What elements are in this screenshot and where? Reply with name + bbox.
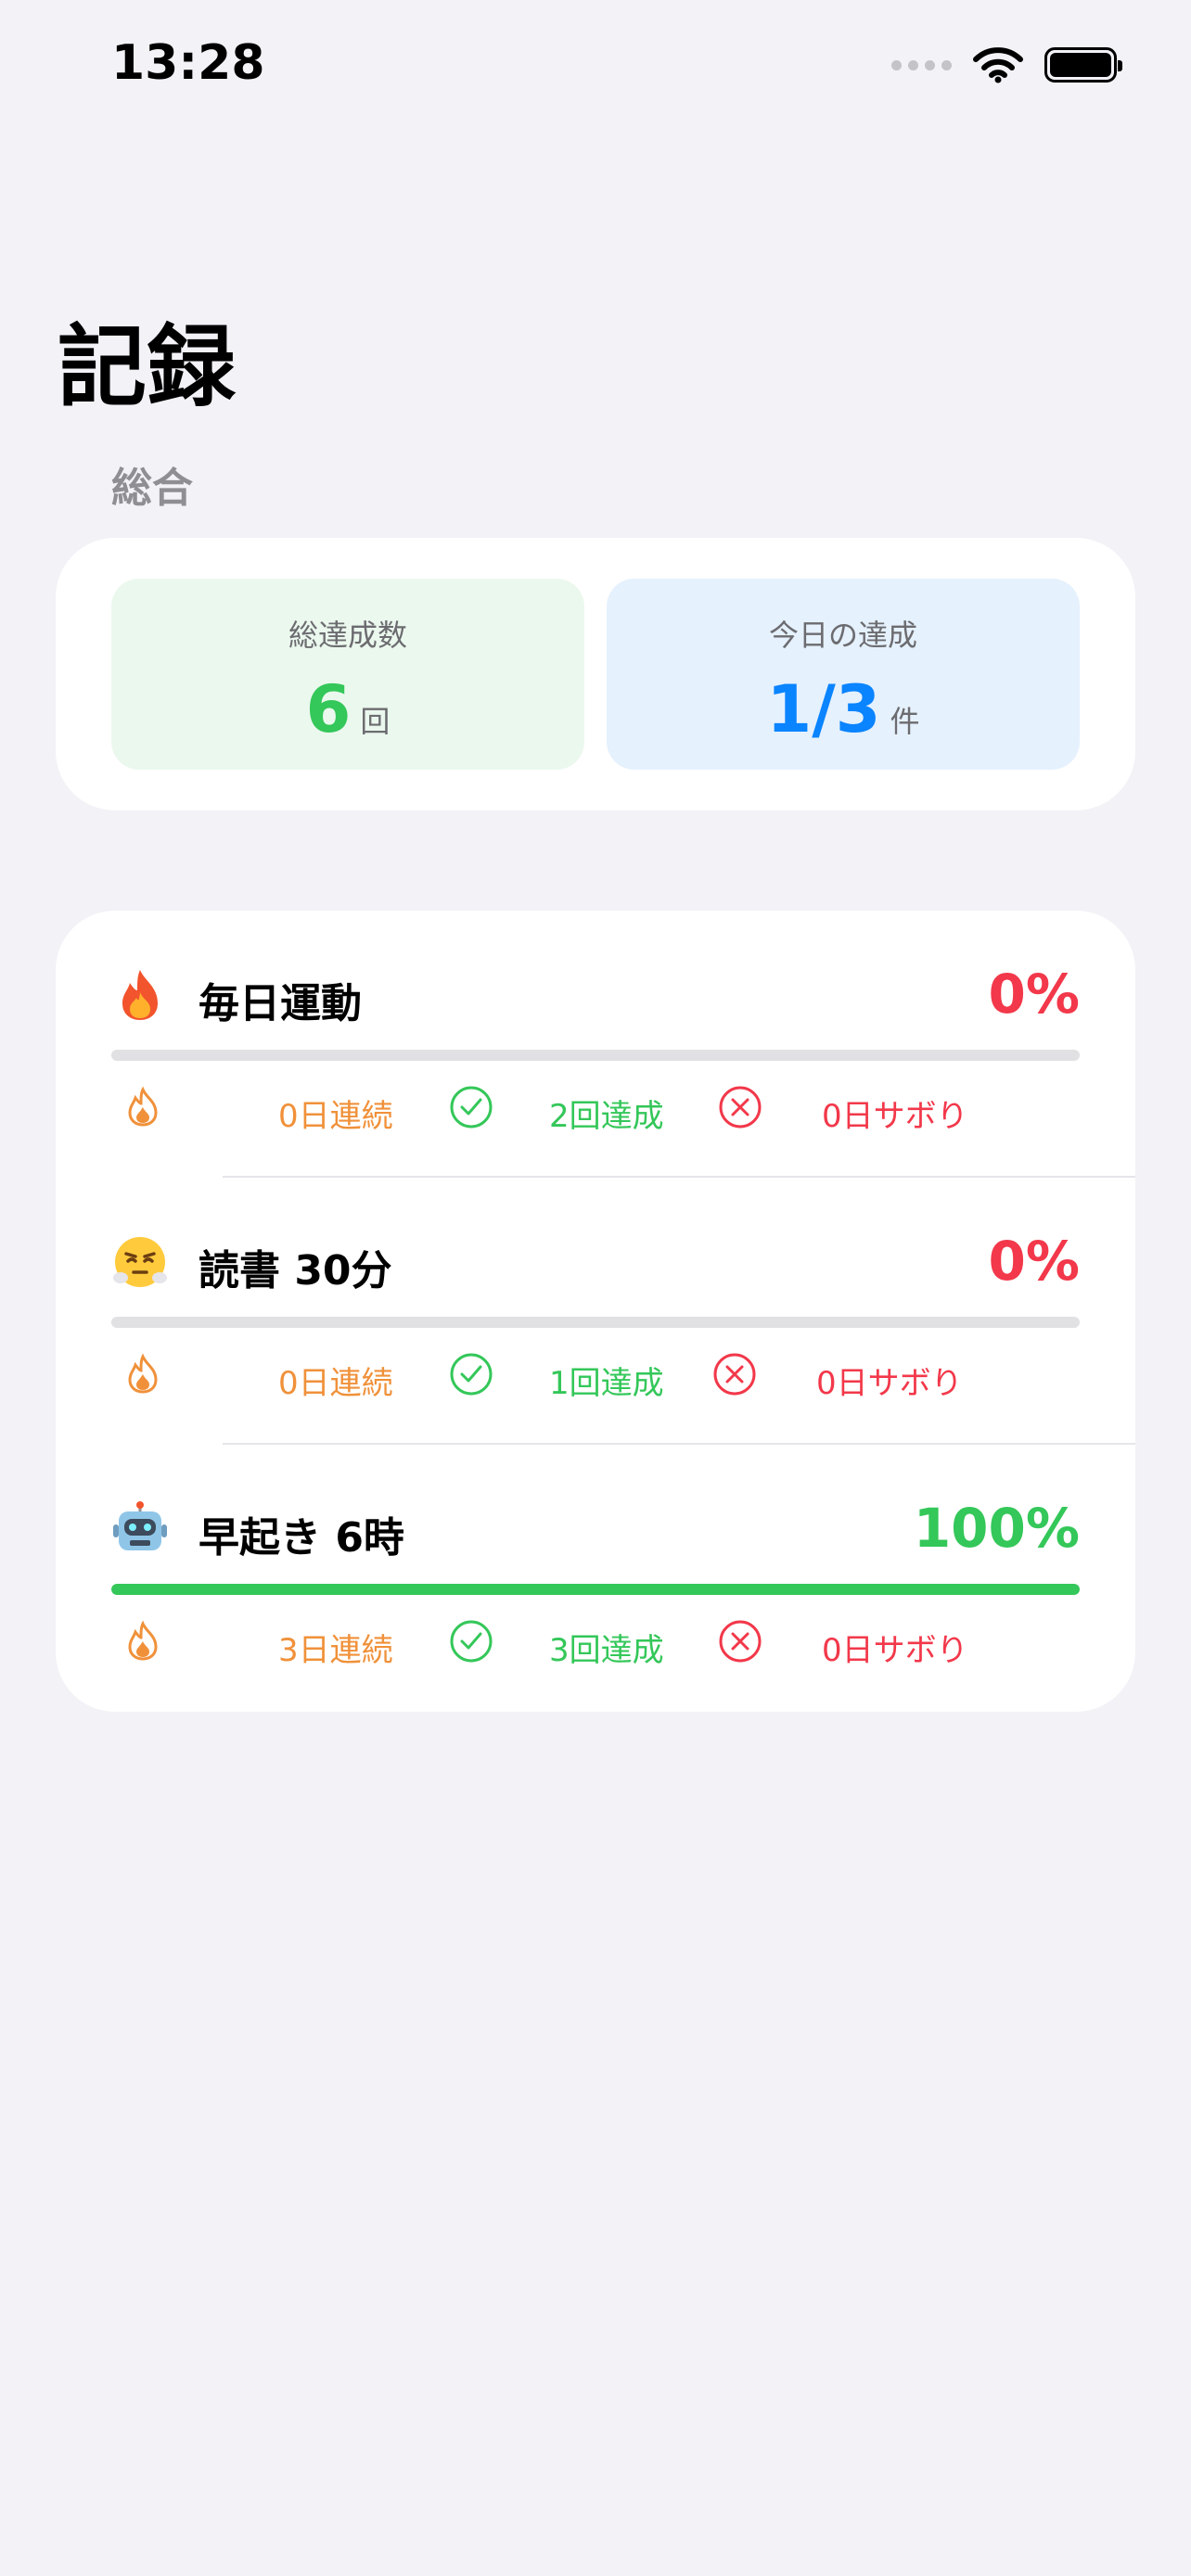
status-icons — [891, 46, 1122, 83]
robot-icon — [113, 1501, 167, 1550]
today-achievements-value-row: 1/3 件 — [607, 671, 1080, 747]
habit-percent: 0% — [988, 1230, 1080, 1293]
total-achievements-value-row: 6 回 — [111, 671, 584, 747]
status-time: 13:28 — [111, 35, 265, 91]
habit-name: 毎日運動 — [198, 980, 362, 1027]
total-achievements-value: 6 — [305, 671, 352, 747]
flame-icon — [128, 1086, 158, 1127]
signal-icon — [891, 59, 952, 70]
habit-streak: 0日連続 — [278, 1365, 393, 1402]
habit-skipped: 0日サボり — [822, 1632, 968, 1669]
battery-icon — [1044, 47, 1122, 83]
habit-progress-bar — [111, 1317, 1080, 1328]
flame-icon — [128, 1620, 158, 1661]
habit-achieved: 3回達成 — [549, 1632, 664, 1669]
habit-achieved: 1回達成 — [549, 1365, 664, 1402]
habit-streak: 0日連続 — [278, 1098, 393, 1135]
habit-progress-bar — [111, 1584, 1080, 1595]
habit-row[interactable]: 毎日運動 0% 0日連続 2回達成 0日サボり — [56, 911, 1135, 1178]
habit-progress-bar — [111, 1050, 1080, 1061]
total-achievements-unit: 回 — [360, 704, 391, 739]
habit-percent: 100% — [913, 1497, 1080, 1560]
checkmark-circle-icon — [450, 1086, 493, 1129]
habit-skipped: 0日サボり — [822, 1098, 968, 1135]
xmark-circle-icon — [713, 1353, 756, 1396]
today-achievements-tile: 今日の達成 1/3 件 — [607, 579, 1080, 770]
xmark-circle-icon — [719, 1620, 762, 1663]
habit-row[interactable]: 早起き 6時 100% 3日連続 3回達成 0日サボり — [56, 1445, 1135, 1712]
habit-percent: 0% — [988, 963, 1080, 1026]
habits-card: 毎日運動 0% 0日連続 2回達成 0日サボり 読書 30分 0% 0日連続 1… — [56, 911, 1135, 1712]
records-screen: 13:28 記録 総合 総達成数 6 回 今日の達成 1/3 件 毎日運動 0%… — [0, 0, 1191, 2576]
steam-face-icon — [113, 1237, 167, 1287]
wifi-icon — [973, 47, 1023, 83]
flame-icon — [128, 1353, 158, 1394]
summary-card: 総達成数 6 回 今日の達成 1/3 件 — [56, 538, 1135, 810]
habit-achieved: 2回達成 — [549, 1098, 664, 1135]
habit-skipped: 0日サボり — [816, 1365, 963, 1402]
total-achievements-label: 総達成数 — [288, 618, 407, 653]
today-achievements-value: 1/3 — [766, 671, 881, 747]
fire-icon — [122, 970, 158, 1020]
xmark-circle-icon — [719, 1086, 762, 1129]
today-achievements-label: 今日の達成 — [768, 618, 917, 653]
today-achievements-unit: 件 — [890, 704, 920, 739]
checkmark-circle-icon — [450, 1353, 493, 1396]
checkmark-circle-icon — [450, 1620, 493, 1663]
habit-row[interactable]: 読書 30分 0% 0日連続 1回達成 0日サボり — [56, 1178, 1135, 1445]
section-label-overall: 総合 — [111, 465, 193, 512]
habit-stats: 3日連続 3回達成 0日サボり — [121, 1615, 1085, 1671]
page-title: 記録 — [58, 315, 236, 419]
habit-streak: 3日連続 — [278, 1632, 393, 1669]
habit-stats: 0日連続 2回達成 0日サボり — [121, 1081, 1085, 1137]
total-achievements-tile: 総達成数 6 回 — [111, 579, 584, 770]
habit-name: 早起き 6時 — [198, 1514, 404, 1562]
habit-stats: 0日連続 1回達成 0日サボり — [121, 1348, 1085, 1404]
habit-name: 読書 30分 — [198, 1247, 392, 1294]
